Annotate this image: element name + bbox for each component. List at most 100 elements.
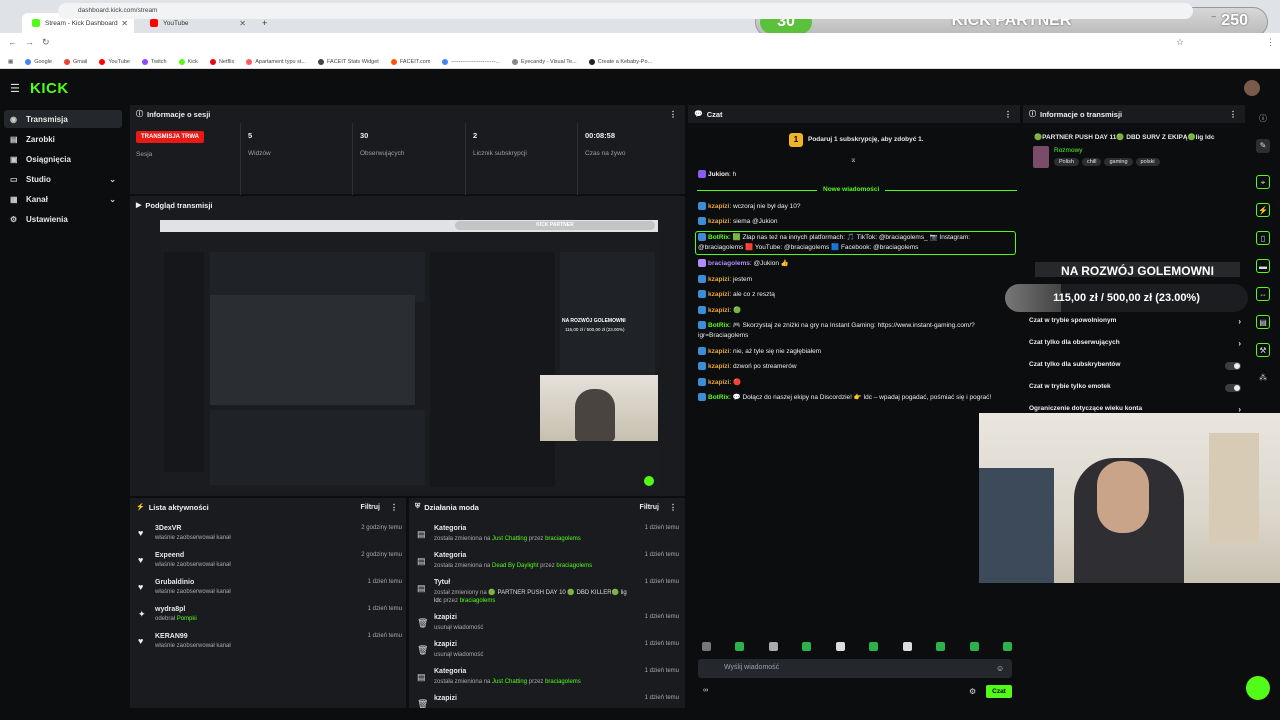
emote-icon[interactable]: [735, 642, 745, 651]
emote-only-toggle[interactable]: [1225, 384, 1241, 392]
reload-icon[interactable]: ↻: [42, 37, 50, 48]
setting-followers-only[interactable]: Czat tylko dla obserwujących ›: [1029, 339, 1241, 351]
chat-settings-icon[interactable]: ⚙: [969, 687, 976, 696]
more-icon[interactable]: ⋮: [669, 110, 677, 119]
emote-icon[interactable]: [869, 642, 879, 651]
mod-action[interactable]: kzapizi: [434, 641, 457, 648]
mod-action[interactable]: kzapizi: [434, 695, 457, 702]
sidebar-item-osiagniecia[interactable]: ▣ Osiągnięcia: [4, 150, 122, 168]
back-icon[interactable]: ←: [8, 37, 17, 47]
mod-user[interactable]: braciagolems: [545, 679, 581, 685]
activity-user[interactable]: wydra8pl: [155, 606, 185, 613]
mod-user[interactable]: braciagolems: [556, 563, 592, 569]
sub-gift-prompt[interactable]: Podaruj 1 subskrypcję, aby zdobyć 1.: [808, 136, 924, 143]
emote-icon[interactable]: [702, 642, 711, 651]
url-field[interactable]: dashboard.kick.com/stream: [58, 3, 1193, 19]
kick-logo[interactable]: KICK: [30, 80, 69, 97]
bookmark[interactable]: Create a Kebaby-Po...: [588, 58, 652, 65]
mod-action[interactable]: kzapizi: [434, 614, 457, 621]
subscribers-only-toggle[interactable]: [1225, 362, 1241, 370]
chat-username[interactable]: braciagolems: [708, 260, 750, 267]
mod-user[interactable]: braciagolems: [460, 598, 496, 604]
filter-button[interactable]: Filtruj: [640, 504, 659, 511]
chat-username[interactable]: kzapizi: [708, 363, 729, 370]
filter-button[interactable]: Filtruj: [361, 504, 380, 511]
bookmark[interactable]: YouTube: [99, 58, 130, 65]
sidebar-item-studio[interactable]: ▭ Studio ⌄: [4, 170, 122, 188]
more-icon[interactable]: ⋮: [390, 503, 398, 512]
sidebar-item-transmisja[interactable]: ◉ Transmisja: [4, 110, 122, 128]
close-icon[interactable]: ✕: [121, 19, 128, 28]
raid-icon[interactable]: ⌖: [1256, 175, 1270, 189]
sidebar-item-kanal[interactable]: ▦ Kanał ⌄: [4, 190, 122, 208]
setting-slow-mode[interactable]: Czat w trybie spowolnionym ›: [1029, 317, 1241, 329]
link-icon[interactable]: ⇔: [1256, 287, 1270, 301]
bookmark[interactable]: ------------------------...: [442, 58, 500, 65]
star-icon[interactable]: ☆: [1176, 37, 1184, 48]
sidebar-item-ustawienia[interactable]: ⚙ Ustawienia: [4, 210, 122, 228]
tag[interactable]: Polish: [1054, 158, 1079, 166]
help-button[interactable]: [1246, 676, 1270, 700]
more-icon[interactable]: ⋮: [669, 503, 677, 512]
bookmark[interactable]: Kick: [178, 58, 198, 65]
activity-user[interactable]: KERAN99: [155, 633, 188, 640]
pin-icon[interactable]: ⌅: [850, 155, 857, 164]
chat-bubble-icon[interactable]: ▬: [1256, 259, 1270, 273]
clip-icon[interactable]: ▯: [1256, 231, 1270, 245]
more-icon[interactable]: ⋮: [1229, 110, 1237, 119]
edit-icon[interactable]: ✎: [1256, 139, 1270, 153]
emote-icon[interactable]: [936, 642, 946, 651]
emote-icon[interactable]: [969, 642, 979, 651]
chat-username[interactable]: kzapizi: [708, 348, 729, 355]
chat-username[interactable]: BotRix: [708, 394, 729, 401]
chat-username[interactable]: kzapizi: [708, 203, 729, 210]
stream-preview-video[interactable]: KICK PARTNER NA ROZWÓJ GOLEMOWNI 115,00 …: [160, 220, 658, 490]
emote-icon[interactable]: [835, 642, 845, 651]
emote-icon[interactable]: [1002, 642, 1012, 651]
emote-icon[interactable]: [802, 642, 812, 651]
bookmark[interactable]: Apartament typu st...: [246, 58, 306, 65]
activity-user[interactable]: 3DexVR: [155, 525, 181, 532]
bookmark[interactable]: FACEIT.com: [390, 58, 430, 65]
bolt-icon[interactable]: ⚡: [1256, 203, 1270, 217]
infinity-icon[interactable]: ∞: [703, 687, 708, 694]
wrench-icon[interactable]: ⚒: [1256, 343, 1270, 357]
mod-user[interactable]: braciagolems: [545, 536, 581, 542]
close-icon[interactable]: ✕: [239, 19, 246, 28]
info-icon[interactable]: ⓘ: [1256, 112, 1270, 126]
chat-username[interactable]: Jukion: [708, 171, 729, 178]
more-icon[interactable]: ⋮: [1004, 110, 1012, 119]
tag[interactable]: gaming: [1104, 158, 1133, 166]
bookmark[interactable]: FACEIT Stats Widget: [317, 58, 379, 65]
chat-username[interactable]: kzapizi: [708, 276, 729, 283]
forward-icon[interactable]: →: [25, 37, 34, 47]
sidebar-item-zarobki[interactable]: ▤ Zarobki: [4, 130, 122, 148]
activity-user[interactable]: Grubaldinio: [155, 579, 194, 586]
chat-input[interactable]: Wyślij wiadomość: [698, 659, 1012, 678]
menu-icon[interactable]: ⋮: [1266, 37, 1275, 48]
layout-icon[interactable]: ▤: [1256, 315, 1270, 329]
chat-username[interactable]: kzapizi: [708, 291, 729, 298]
chat-username[interactable]: kzapizi: [708, 218, 729, 225]
chat-username[interactable]: kzapizi: [708, 307, 729, 314]
tag[interactable]: chill: [1081, 158, 1102, 166]
tag[interactable]: polski: [1135, 158, 1160, 166]
emoji-icon[interactable]: ☺: [996, 664, 1004, 673]
hamburger-icon[interactable]: ☰: [10, 82, 20, 95]
bookmark[interactable]: Gmail: [63, 58, 87, 65]
emote-icon[interactable]: [902, 642, 912, 651]
emote-icon[interactable]: [768, 642, 778, 651]
send-chat-button[interactable]: Czat: [986, 685, 1012, 698]
bookmark[interactable]: Eyecandy - Visual Te...: [511, 58, 577, 65]
chat-username[interactable]: BotRix: [708, 234, 729, 241]
activity-user[interactable]: Expeend: [155, 552, 184, 559]
apps-icon[interactable]: ▦: [8, 59, 13, 65]
bookmark[interactable]: Netflix: [209, 58, 234, 65]
bookmark[interactable]: Twitch: [141, 58, 167, 65]
more-icon[interactable]: ⁂: [1256, 371, 1270, 385]
avatar[interactable]: [1244, 80, 1260, 96]
chat-username[interactable]: kzapizi: [708, 379, 729, 386]
category-link[interactable]: Rozmowy: [1054, 147, 1083, 154]
chat-username[interactable]: BotRix: [708, 322, 729, 329]
bookmark[interactable]: Google: [25, 58, 52, 65]
